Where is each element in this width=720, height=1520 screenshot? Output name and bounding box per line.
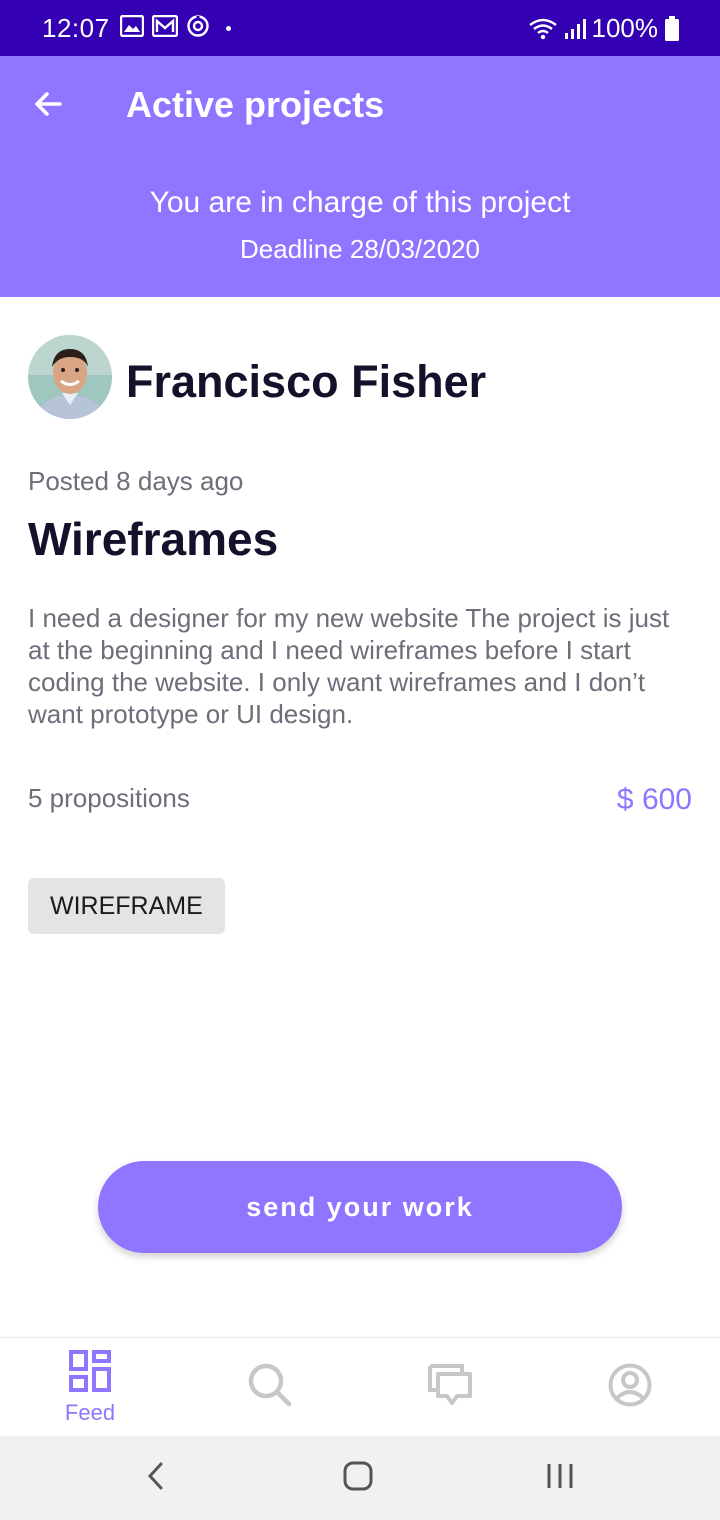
nav-item-feed[interactable]: Feed <box>0 1338 180 1437</box>
avatar[interactable] <box>28 335 112 419</box>
deadline-text: Deadline 28/03/2020 <box>240 234 480 264</box>
nav-item-messages[interactable] <box>360 1338 540 1437</box>
chevron-left-icon <box>146 1461 166 1496</box>
project-status-banner: You are in charge of this project Deadli… <box>0 154 720 297</box>
recents-icon <box>545 1462 575 1495</box>
search-icon <box>247 1362 293 1413</box>
sync-icon <box>186 14 210 38</box>
notification-dot <box>226 26 231 31</box>
feed-grid-icon <box>68 1349 112 1398</box>
nav-item-profile[interactable] <box>540 1338 720 1437</box>
project-title: Wireframes <box>28 513 279 565</box>
system-home-button[interactable] <box>328 1456 388 1500</box>
status-icons-right: 100% <box>528 13 681 44</box>
system-back-button[interactable] <box>126 1456 186 1500</box>
signal-icon <box>564 17 586 41</box>
bottom-nav: Feed <box>0 1337 720 1436</box>
gallery-icon <box>120 15 144 37</box>
nav-item-search[interactable] <box>180 1338 360 1437</box>
tag-chip[interactable]: WIREFRAME <box>28 878 225 934</box>
chat-icon <box>427 1363 473 1412</box>
app-bar: Active projects <box>0 56 720 154</box>
arrow-left-icon <box>32 88 64 125</box>
project-price: $ 600 <box>616 783 692 816</box>
posted-time: Posted 8 days ago <box>28 466 244 496</box>
author-name[interactable]: Francisco Fisher <box>126 356 486 408</box>
status-icons-left <box>120 14 210 38</box>
back-button[interactable] <box>22 80 74 132</box>
page-title: Active projects <box>126 84 385 125</box>
propositions-count: 5 propositions <box>28 783 190 813</box>
wifi-icon <box>528 17 558 41</box>
send-work-button[interactable]: send your work <box>98 1161 622 1253</box>
system-recents-button[interactable] <box>530 1456 590 1500</box>
banner-title: You are in charge of this project <box>149 186 571 219</box>
system-nav-bar <box>0 1436 720 1520</box>
project-description: I need a designer for my new website The… <box>28 603 670 729</box>
status-time: 12:07 <box>42 13 110 43</box>
gmail-icon <box>152 15 178 37</box>
nav-label-feed: Feed <box>64 1400 116 1425</box>
status-bar: 12:07 100% <box>0 0 720 56</box>
battery-icon <box>664 15 680 42</box>
battery-level: 100% <box>591 13 659 43</box>
home-square-icon <box>342 1460 374 1497</box>
profile-icon <box>607 1362 653 1413</box>
